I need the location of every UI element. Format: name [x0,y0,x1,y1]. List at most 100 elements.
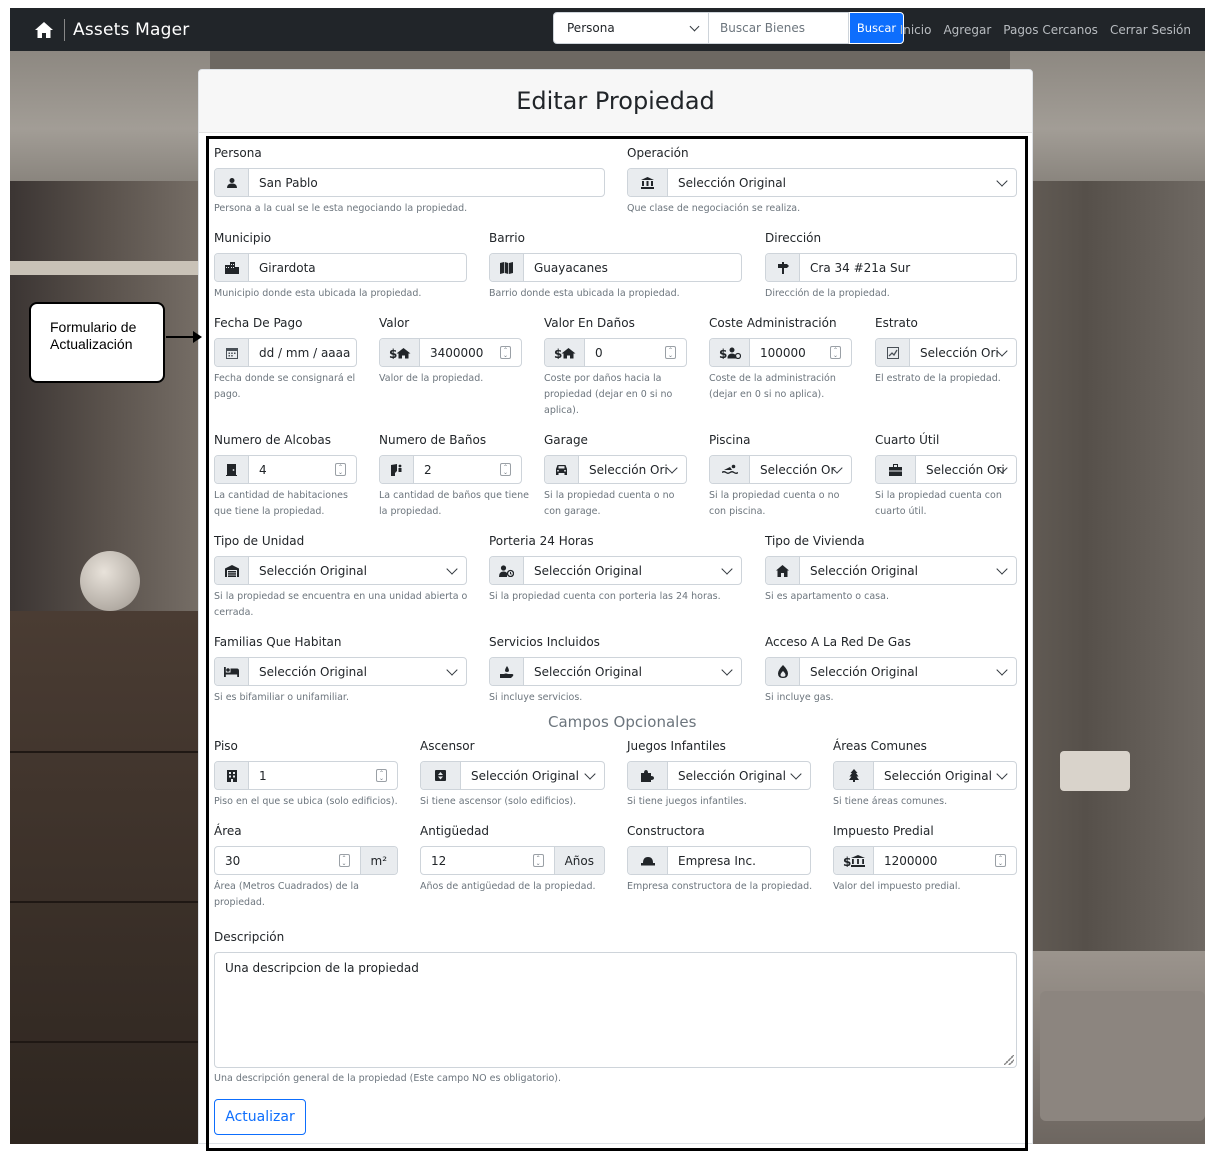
fecha-pago-field[interactable]: dd / mm / aaaa [214,338,357,367]
area-field[interactable]: 30 ⌃ ⌄ m² [214,846,398,875]
antiguedad-field[interactable]: 12 ⌃ ⌄ Años [420,846,605,875]
valor-help: Valor de la propiedad. [379,373,484,384]
coste-admin-input[interactable]: 100000 ⌃ ⌄ [750,339,851,366]
estrato-field[interactable]: Selección Ori [875,338,1017,367]
constructora-input[interactable]: Empresa Inc. [668,847,810,874]
impuesto-help: Valor del impuesto predial. [833,881,961,892]
puzzle-icon [628,762,668,789]
porteria-field[interactable]: Selección Original [489,556,742,585]
familias-help: Si es bifamiliar o unifamiliar. [214,692,349,703]
tipo-unidad-field[interactable]: Selección Original [214,556,467,585]
spinner-icon[interactable]: ⌃ ⌄ [830,346,841,359]
spinner-icon[interactable]: ⌃ ⌄ [532,854,544,867]
piso-help: Piso en el que se ubica (solo edificios)… [214,796,398,807]
spinner-icon[interactable]: ⌃ ⌄ [500,463,511,476]
gas-field[interactable]: Selección Original [765,657,1017,686]
operacion-select[interactable]: Selección Original [668,169,1016,196]
spinner-icon[interactable]: ⌃ ⌄ [338,854,350,867]
piso-value: 1 [259,768,267,783]
coste-admin-field[interactable]: $ 100000 ⌃ ⌄ [709,338,852,367]
fecha-pago-input[interactable]: dd / mm / aaaa [249,339,356,366]
search-input[interactable]: Buscar Bienes [709,12,849,44]
piso-input[interactable]: 1 ⌃ ⌄ [249,762,397,789]
piscina-field[interactable]: Selección Or [709,455,852,484]
chevron-down-icon [996,664,1008,676]
servicios-field[interactable]: Selección Original [489,657,742,686]
resize-handle-icon[interactable] [1004,1055,1014,1065]
bg-cabinet-line [10,1041,200,1043]
estrato-select[interactable]: Selección Ori [910,339,1016,366]
search-category-select[interactable]: Persona [553,12,709,44]
piso-field[interactable]: 1 ⌃ ⌄ [214,761,398,790]
barrio-input[interactable]: Guayacanes [524,254,741,281]
search-category-value: Persona [567,21,615,35]
juegos-select[interactable]: Selección Original [668,762,810,789]
persona-field[interactable]: San Pablo [214,168,605,197]
servicios-select[interactable]: Selección Original [524,658,741,685]
fire-icon [766,658,800,685]
alcobas-label: Numero de Alcobas [214,433,331,447]
impuesto-field[interactable]: $ 1200000 ⌃ ⌄ [833,846,1017,875]
user-clock-icon [490,557,524,584]
area-value: 30 [225,853,241,868]
car-icon [545,456,579,483]
valor-input[interactable]: 3400000 ⌃ ⌄ [420,339,521,366]
persona-input[interactable]: San Pablo [249,169,604,196]
antiguedad-input[interactable]: 12 ⌃ ⌄ [421,847,554,874]
areas-comunes-field[interactable]: Selección Original [833,761,1017,790]
ascensor-field[interactable]: Selección Original [420,761,605,790]
nav-link-pagos-cercanos[interactable]: Pagos Cercanos [1003,23,1098,37]
spinner-icon[interactable]: ⌃ ⌄ [500,346,511,359]
tipo-vivienda-field[interactable]: Selección Original [765,556,1017,585]
alcobas-input[interactable]: 4 ⌃ ⌄ [249,456,356,483]
valor-field[interactable]: $ 3400000 ⌃ ⌄ [379,338,522,367]
operacion-field[interactable]: Selección Original [627,168,1017,197]
descripcion-textarea[interactable]: Una descripcion de la propiedad [214,952,1017,1068]
spinner-icon[interactable]: ⌃ ⌄ [376,769,387,782]
spinner-icon[interactable]: ⌃ ⌄ [995,854,1006,867]
ascensor-select[interactable]: Selección Original [461,762,604,789]
cuarto-util-field[interactable]: Selección Ori [875,455,1017,484]
brand[interactable]: Assets Mager [34,18,189,41]
area-input[interactable]: 30 ⌃ ⌄ [215,847,360,874]
direccion-input[interactable]: Cra 34 #21a Sur [800,254,1016,281]
nav-link-agregar[interactable]: Agregar [943,23,991,37]
hard-hat-icon [628,847,668,874]
valor-danos-input[interactable]: 0 ⌃ ⌄ [585,339,686,366]
chart-icon [876,339,910,366]
alcobas-field[interactable]: 4 ⌃ ⌄ [214,455,357,484]
valor-danos-field[interactable]: $ 0 ⌃ ⌄ [544,338,687,367]
cuarto-util-help: Si la propiedad cuenta con cuarto útil. [875,490,1002,517]
direccion-field[interactable]: Cra 34 #21a Sur [765,253,1017,282]
tipo-unidad-select[interactable]: Selección Original [249,557,466,584]
municipio-field[interactable]: Girardota [214,253,467,282]
nav-link-inicio[interactable]: Inicio [900,23,932,37]
nav-link-cerrar-sesion[interactable]: Cerrar Sesión [1110,23,1191,37]
juegos-field[interactable]: Selección Original [627,761,811,790]
search-button[interactable]: Buscar [849,12,904,44]
familias-select[interactable]: Selección Original [249,658,466,685]
update-button[interactable]: Actualizar [214,1099,306,1135]
persona-help: Persona a la cual se le esta negociando … [214,203,468,214]
barrio-field[interactable]: Guayacanes [489,253,742,282]
piscina-select[interactable]: Selección Or [750,456,851,483]
spinner-icon[interactable]: ⌃ ⌄ [335,463,346,476]
porteria-select[interactable]: Selección Original [524,557,741,584]
cuarto-util-select[interactable]: Selección Ori [916,456,1016,483]
areas-comunes-select[interactable]: Selección Original [874,762,1016,789]
tipo-vivienda-label: Tipo de Vivienda [765,534,865,548]
spinner-icon[interactable]: ⌃ ⌄ [665,346,676,359]
familias-field[interactable]: Selección Original [214,657,467,686]
gas-select[interactable]: Selección Original [800,658,1016,685]
municipio-help: Municipio donde esta ubicada la propieda… [214,288,422,299]
banos-input[interactable]: 2 ⌃ ⌄ [414,456,521,483]
tipo-vivienda-select[interactable]: Selección Original [800,557,1016,584]
municipio-input[interactable]: Girardota [249,254,466,281]
garage-field[interactable]: Selección Ori [544,455,687,484]
garage-select[interactable]: Selección Ori [579,456,686,483]
banos-field[interactable]: 2 ⌃ ⌄ [379,455,522,484]
swimmer-icon [710,456,750,483]
impuesto-input[interactable]: 1200000 ⌃ ⌄ [874,847,1016,874]
constructora-field[interactable]: Empresa Inc. [627,846,811,875]
chevron-down-icon [721,664,733,676]
